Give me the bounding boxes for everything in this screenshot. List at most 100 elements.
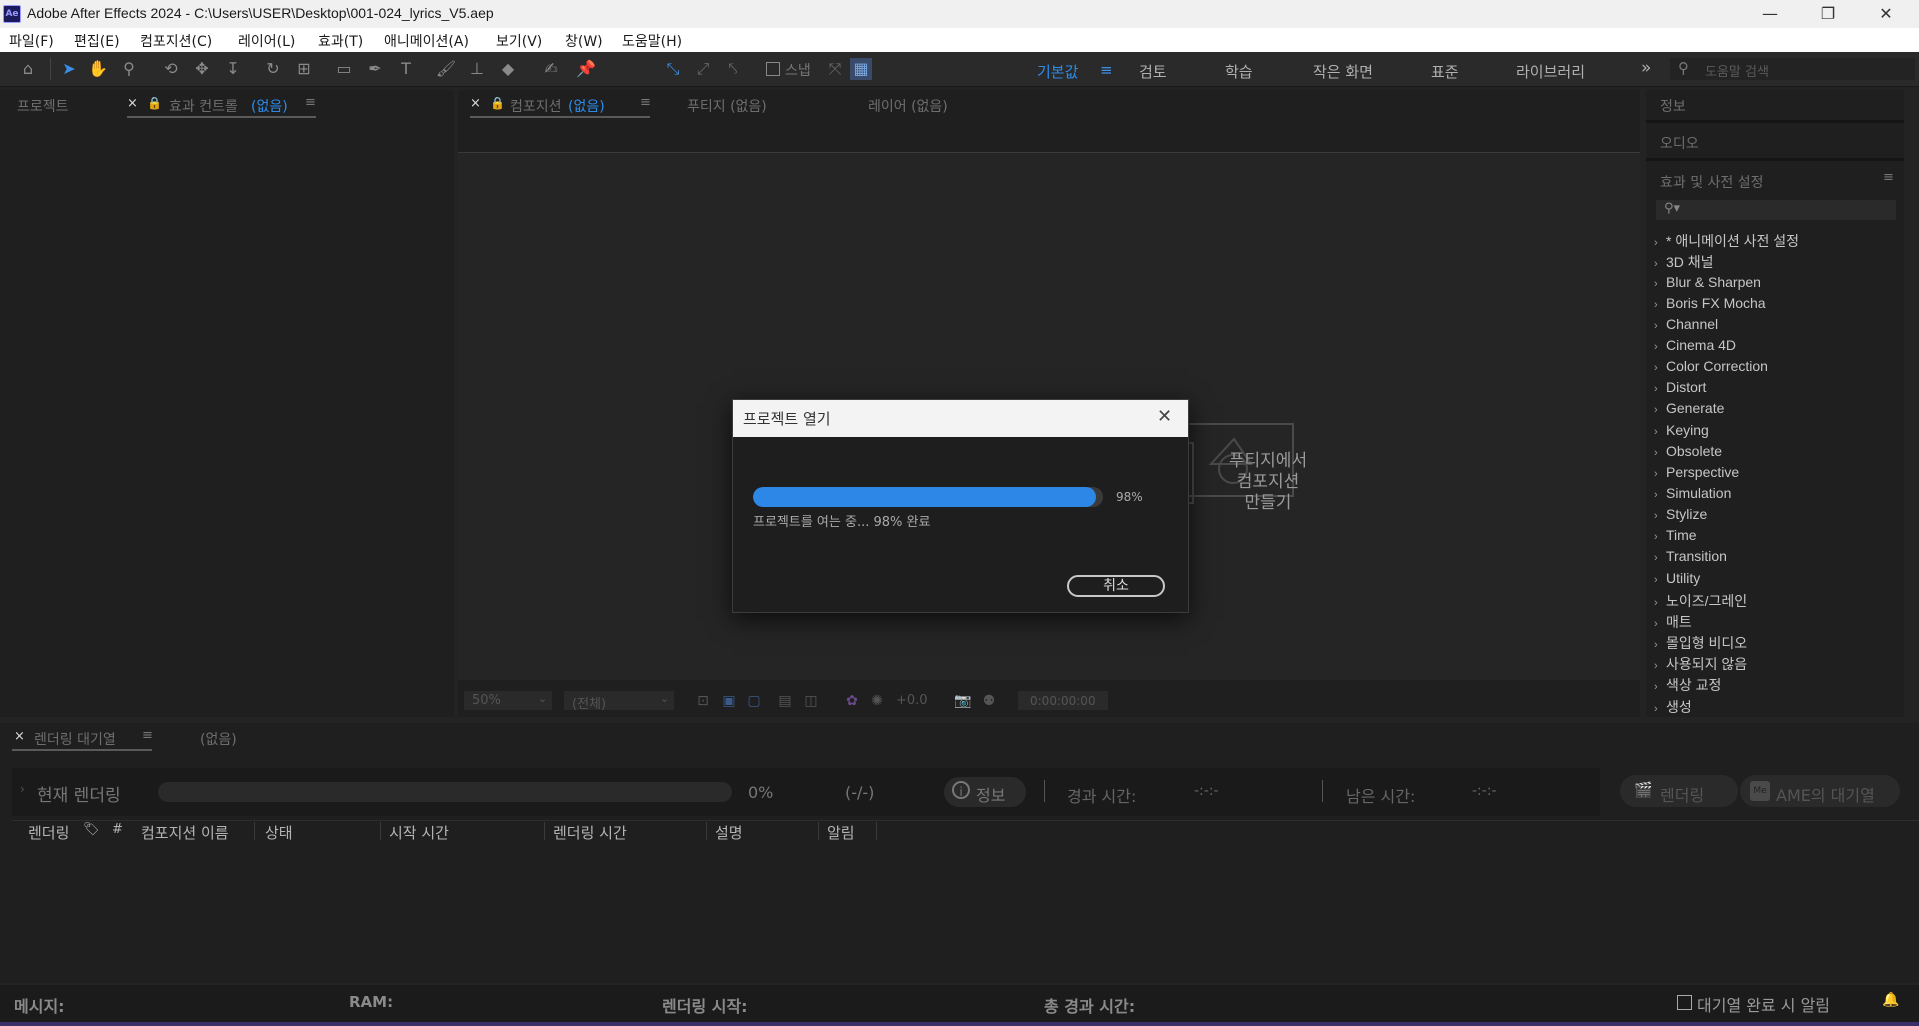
effect-category[interactable]: › Cinema 4D [1654,337,1736,353]
current-time-field[interactable]: 0:00:00:00 [1018,691,1108,710]
tab-project[interactable]: 프로젝트 [17,96,69,116]
render-button[interactable]: 🎬 렌더링 [1620,775,1738,807]
effect-category[interactable]: › Time [1654,527,1697,543]
effect-category[interactable]: › 사용되지 않음 [1654,654,1747,674]
panel-menu-icon[interactable]: ≡ [1883,170,1894,185]
menu-animation[interactable]: 애니메이션(A) [384,31,469,51]
cancel-button[interactable]: 취소 [1067,575,1165,597]
rectangle-tool-icon[interactable]: ▭ [333,58,355,80]
column-comp-name[interactable]: 컴포지션 이름 [141,822,229,843]
info-button[interactable]: i 정보 [944,777,1026,807]
tab-effects-controls[interactable]: × 🔒 효과 컨트롤 (없음) ≡ [127,94,316,118]
pan-camera-icon[interactable]: ✥ [191,58,213,80]
effect-category[interactable]: › Utility [1654,570,1700,586]
tab-composition[interactable]: × 🔒 컴포지션 (없음) ≡ [470,94,651,118]
snap-grid-icon[interactable]: ▦ [850,58,872,80]
anchor-point-tool-icon[interactable]: ⊞ [293,58,315,80]
column-render-time[interactable]: 렌더링 시간 [553,822,627,843]
orbit-camera-icon[interactable]: ⟲ [160,58,182,80]
effect-category[interactable]: › Simulation [1654,485,1731,501]
menu-edit[interactable]: 편집(E) [74,31,120,51]
menu-file[interactable]: 파일(F) [9,31,54,51]
show-snapshot-icon[interactable]: ⚉ [978,690,1000,712]
grid-guides-icon[interactable]: ▤ [774,690,796,712]
help-search[interactable]: ⚲ 도움말 검색 [1670,58,1915,80]
home-icon[interactable]: ⌂ [17,58,39,80]
axis-local-icon[interactable]: ⤡ [662,58,684,80]
minimize-button[interactable]: — [1741,0,1799,28]
exposure-value[interactable]: +0.0 [896,693,928,708]
effect-category[interactable]: › 매트 [1654,612,1692,632]
restore-button[interactable]: ❐ [1799,0,1857,28]
dolly-camera-icon[interactable]: ↧ [222,58,244,80]
column-start-time[interactable]: 시작 시간 [389,822,449,843]
workspace-small-screen[interactable]: 작은 화면 [1313,61,1373,82]
menu-window[interactable]: 창(W) [565,31,603,51]
color-channels-icon[interactable]: ✿ [841,690,863,712]
close-tab-icon[interactable]: × [127,96,138,111]
effect-category[interactable]: › 몰입형 비디오 [1654,633,1747,653]
hand-tool-icon[interactable]: ✋ [87,58,109,80]
column-notify[interactable]: 알림 [827,822,855,843]
effect-category[interactable]: › * 애니메이션 사전 설정 [1654,231,1799,251]
effect-category[interactable]: › Stylize [1654,506,1707,522]
effect-category[interactable]: › Generate [1654,400,1724,416]
panel-menu-icon[interactable]: ≡ [640,95,651,110]
notify-bell-icon[interactable]: 🔔 [1882,992,1899,1008]
effect-category[interactable]: › Channel [1654,316,1718,332]
snapshot-camera-icon[interactable]: 📷 [952,690,974,712]
menu-help[interactable]: 도움말(H) [622,31,682,51]
exposure-reset-icon[interactable]: ✺ [866,690,888,712]
axis-view-icon[interactable]: ⤣ [722,58,744,80]
snap-checkbox[interactable] [766,62,780,76]
label-tag-icon[interactable]: 🏷 [83,822,100,837]
menu-effect[interactable]: 효과(T) [318,31,363,51]
resolution-dropdown[interactable]: (전체) ⌄ [564,691,674,712]
workspace-overflow-icon[interactable]: » [1641,58,1651,78]
menu-view[interactable]: 보기(V) [496,31,542,51]
effect-category[interactable]: › Obsolete [1654,443,1722,459]
tab-footage[interactable]: 푸티지 (없음) [687,96,767,116]
effect-category[interactable]: › Perspective [1654,464,1739,480]
tab-layer[interactable]: 레이어 (없음) [868,96,948,116]
menu-composition[interactable]: 컴포지션(C) [140,31,212,51]
effect-category[interactable]: › Keying [1654,422,1709,438]
pen-tool-icon[interactable]: ✒ [364,58,386,80]
tab-audio[interactable]: 오디오 [1660,133,1699,153]
transparency-grid-icon[interactable]: ▣ [718,690,740,712]
workspace-learn[interactable]: 학습 [1225,61,1253,82]
channel-icon[interactable]: ◫ [800,690,822,712]
tab-info[interactable]: 정보 [1660,96,1686,116]
eraser-tool-icon[interactable]: ◆ [497,58,519,80]
close-tab-icon[interactable]: × [14,729,25,744]
tab-effects-presets[interactable]: 효과 및 사전 설정 [1660,172,1764,192]
brush-tool-icon[interactable]: 🖌 [435,58,457,80]
panel-menu-icon[interactable]: ≡ [305,95,316,110]
workspace-menu-icon[interactable]: ≡ [1100,61,1113,79]
effect-category[interactable]: › Transition [1654,548,1727,564]
rotation-tool-icon[interactable]: ↻ [262,58,284,80]
workspace-libraries[interactable]: 라이브러리 [1516,61,1585,82]
puppet-pin-icon[interactable]: 📌 [575,58,597,80]
zoom-dropdown[interactable]: 50% ⌄ [464,691,552,710]
close-window-button[interactable]: ✕ [1857,0,1915,28]
lock-icon[interactable]: 🔒 [147,96,162,110]
workspace-review[interactable]: 검토 [1139,61,1167,82]
snap-option-icon[interactable]: ⤧ [824,58,846,80]
column-render[interactable]: 렌더링 [28,822,69,843]
type-tool-icon[interactable]: T [395,58,417,80]
effect-category[interactable]: › Color Correction [1654,358,1768,374]
tab-render-queue[interactable]: × 렌더링 대기열 ≡ [12,727,153,751]
clone-stamp-icon[interactable]: ⊥ [466,58,488,80]
workspace-default[interactable]: 기본값 [1037,61,1078,82]
effect-category[interactable]: › 생성 [1654,697,1692,717]
effect-category[interactable]: › 3D 채널 [1654,252,1714,272]
region-of-interest-icon[interactable]: ⊡ [692,690,714,712]
effect-category[interactable]: › Boris FX Mocha [1654,295,1766,311]
queue-in-ame-button[interactable]: Me AME의 대기열 [1740,775,1900,807]
close-dialog-button[interactable]: ✕ [1157,406,1172,427]
axis-world-icon[interactable]: ⤢ [692,58,714,80]
zoom-tool-icon[interactable]: ⚲ [118,58,140,80]
roto-brush-icon[interactable]: ✍ [540,58,562,80]
lock-icon[interactable]: 🔒 [490,96,505,110]
